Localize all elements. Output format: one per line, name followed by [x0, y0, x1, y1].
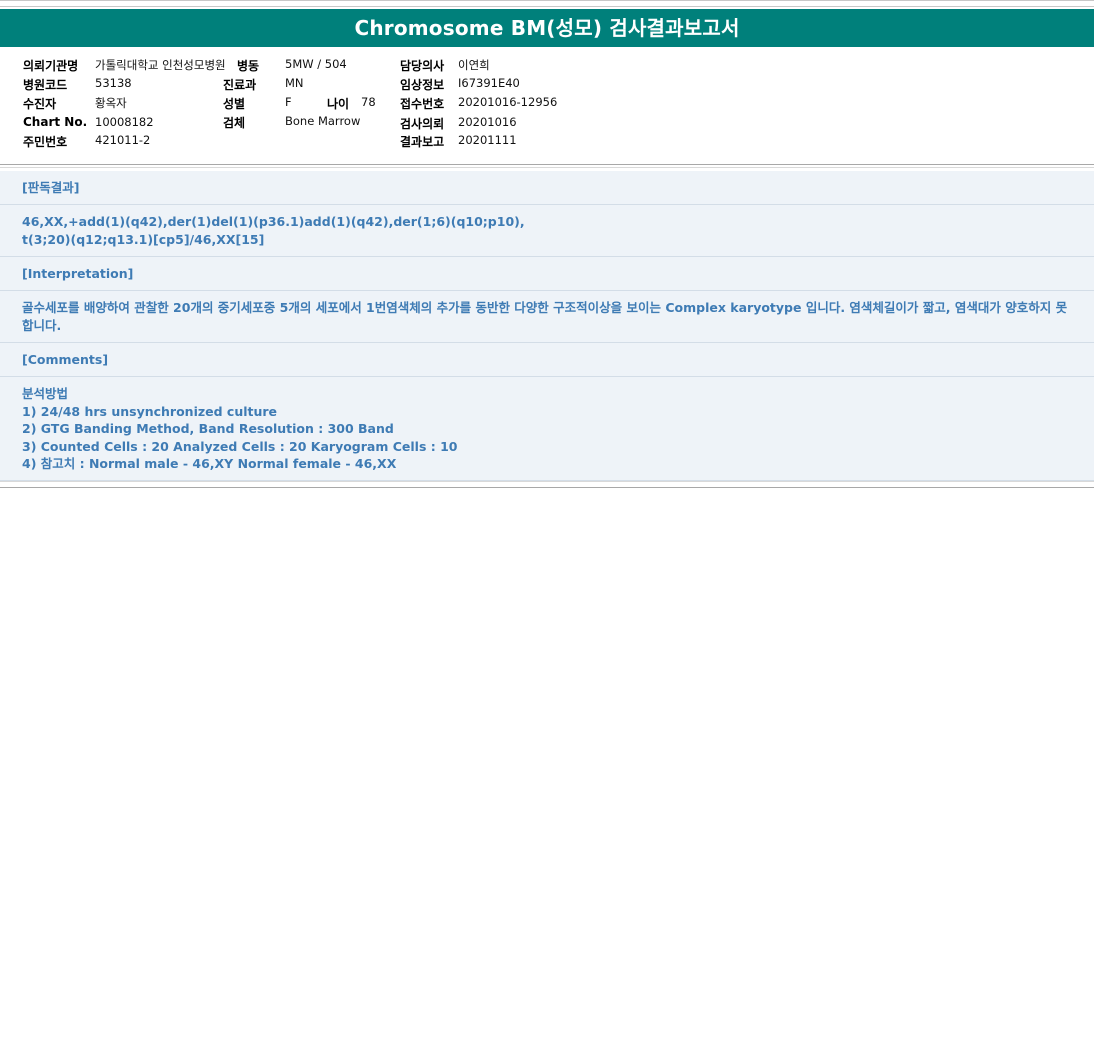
- method-title: 분석방법: [22, 386, 69, 401]
- chart-no-label: Chart No.: [23, 115, 88, 129]
- report-date-value: 20201111: [458, 133, 517, 147]
- doctor-label: 담당의사: [400, 59, 445, 73]
- divider-top-inner: [0, 167, 1094, 168]
- age-label: 나이: [327, 97, 350, 111]
- interpretation-line-1: 골수세포를 배양하여 관찰한 20개의 중기세포중 5개의 세포에서 1번염색체…: [22, 300, 1068, 315]
- request-org-label: 의뢰기관명: [23, 59, 79, 73]
- interpretation-text: 골수세포를 배양하여 관찰한 20개의 중기세포중 5개의 세포에서 1번염색체…: [0, 291, 1094, 343]
- request-org-value: 가톨릭대학교 인천성모병원: [95, 58, 226, 72]
- analysis-method: 분석방법 1) 24/48 hrs unsynchronized culture…: [0, 377, 1094, 481]
- patient-name-label: 수진자: [23, 97, 57, 111]
- interpretation-heading: [Interpretation]: [0, 257, 1094, 291]
- hospital-code-label: 병원코드: [23, 78, 68, 92]
- top-border: [0, 0, 1094, 7]
- karyotype-line-2: t(3;20)(q12;q13.1)[cp5]/46,XX[15]: [22, 231, 265, 247]
- request-date-value: 20201016: [458, 115, 517, 129]
- karyotype-line-1: 46,XX,+add(1)(q42),der(1)del(1)(p36.1)ad…: [22, 214, 525, 229]
- method-item-1: 1) 24/48 hrs unsynchronized culture: [22, 403, 278, 419]
- request-date-label: 검사의뢰: [400, 117, 445, 131]
- divider-bottom-inner: [0, 481, 1094, 482]
- results-panel: [판독결과] 46,XX,+add(1)(q42),der(1)del(1)(p…: [0, 171, 1094, 481]
- doctor-value: 이연희: [458, 58, 490, 72]
- patient-name-value: 황옥자: [95, 96, 127, 110]
- report-title: Chromosome BM(성모) 검사결과보고서: [0, 9, 1094, 47]
- method-item-3: 3) Counted Cells : 20 Analyzed Cells : 2…: [22, 438, 458, 454]
- comments-heading: [Comments]: [0, 343, 1094, 377]
- karyotype-result: 46,XX,+add(1)(q42),der(1)del(1)(p36.1)ad…: [0, 205, 1094, 257]
- sex-label: 성별: [223, 97, 246, 111]
- clinical-info-value: I67391E40: [458, 76, 520, 90]
- specimen-label: 검체: [223, 116, 246, 130]
- divider-bottom: [0, 487, 1094, 488]
- ward-value: 5MW / 504: [285, 57, 347, 71]
- clinical-info-label: 임상정보: [400, 78, 445, 92]
- department-value: MN: [285, 76, 304, 90]
- receipt-no-label: 접수번호: [400, 97, 445, 111]
- department-label: 진료과: [223, 78, 257, 92]
- method-item-2: 2) GTG Banding Method, Band Resolution :…: [22, 421, 394, 436]
- resident-no-value: 421011-2: [95, 133, 151, 147]
- result-heading: [판독결과]: [0, 171, 1094, 205]
- hospital-code-value: 53138: [95, 76, 132, 90]
- sex-value: F: [285, 95, 292, 109]
- interpretation-line-2: 합니다.: [22, 317, 62, 333]
- age-value: 78: [361, 95, 376, 109]
- ward-label: 병동: [237, 59, 260, 73]
- method-item-4: 4) 참고치 : Normal male - 46,XY Normal fema…: [22, 456, 397, 471]
- chart-no-value: 10008182: [95, 115, 154, 129]
- divider-top: [0, 164, 1094, 165]
- patient-info-block: 의뢰기관명 가톨릭대학교 인천성모병원 병원코드 53138 수진자 황옥자 C…: [0, 54, 1094, 154]
- specimen-value: Bone Marrow: [285, 114, 361, 128]
- report-date-label: 결과보고: [400, 135, 445, 149]
- resident-no-label: 주민번호: [23, 135, 68, 149]
- receipt-no-value: 20201016-12956: [458, 95, 558, 109]
